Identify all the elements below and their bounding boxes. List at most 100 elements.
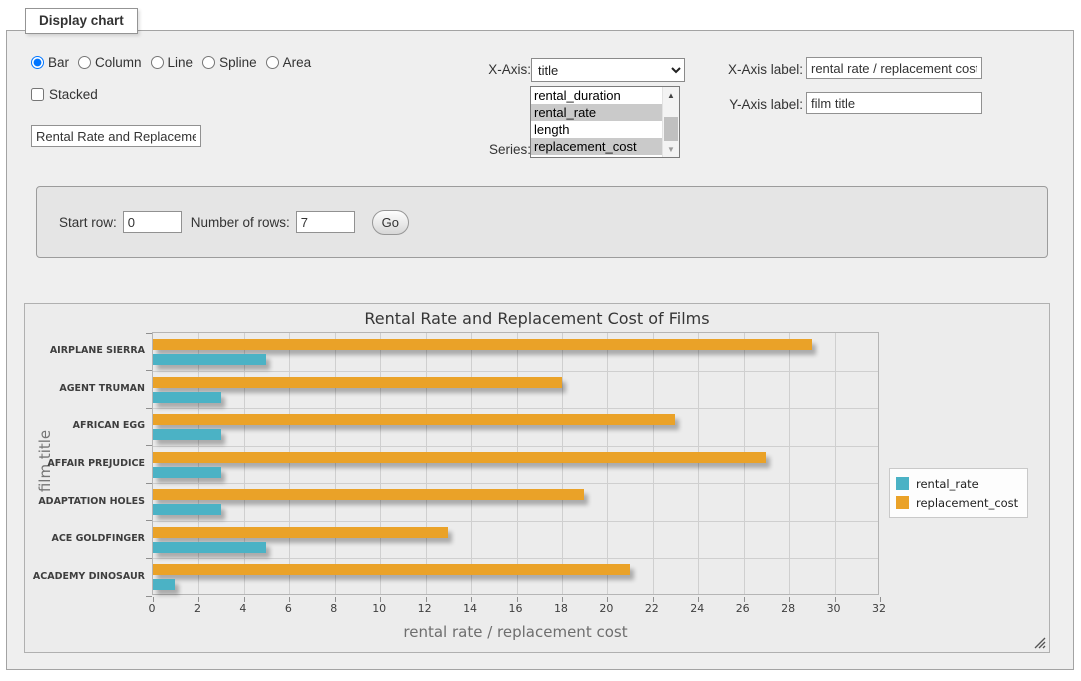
category-label: AFRICAN EGG [25, 407, 145, 445]
gridline-x [426, 333, 427, 594]
category-label: AIRPLANE SIERRA [25, 332, 145, 370]
x-tick-label: 18 [539, 602, 583, 615]
series-option-rental_rate[interactable]: rental_rate [531, 104, 662, 121]
gridline-x [562, 333, 563, 594]
series-multiselect[interactable]: rental_durationrental_ratelengthreplacem… [530, 86, 680, 158]
category-label: ADAPTATION HOLES [25, 482, 145, 520]
start-row-input[interactable] [123, 211, 182, 233]
x-axis-caption: X-Axis: [459, 62, 531, 77]
bar-replacement_cost [153, 377, 562, 388]
bar-rental_rate [153, 504, 221, 515]
gridline-y [153, 521, 878, 522]
x-tick-label: 2 [175, 602, 219, 615]
chart-type-label: Bar [48, 55, 69, 70]
bar-rental_rate [153, 429, 221, 440]
gridline-x [789, 333, 790, 594]
y-axis-label-caption: Y-Axis label: [721, 97, 803, 112]
stacked-label: Stacked [49, 87, 98, 102]
gridline-y [153, 483, 878, 484]
x-tick-label: 24 [675, 602, 719, 615]
bar-replacement_cost [153, 339, 812, 350]
gridline-y [153, 558, 878, 559]
chart-legend: rental_rate replacement_cost [889, 468, 1028, 518]
gridline-y [153, 408, 878, 409]
y-axis-tick [146, 445, 152, 446]
x-axis-label-caption: X-Axis label: [721, 62, 803, 77]
bar-replacement_cost [153, 564, 630, 575]
bar-replacement_cost [153, 527, 448, 538]
gridline-x [198, 333, 199, 594]
category-label: ACADEMY DINOSAUR [25, 557, 145, 595]
series-option-length[interactable]: length [531, 121, 662, 138]
gridline-x [517, 333, 518, 594]
gridline-x [698, 333, 699, 594]
display-chart-fieldset: BarColumnLineSplineArea Stacked X-Axis: … [6, 30, 1074, 670]
gridline-x [380, 333, 381, 594]
row-range-panel: Start row: Number of rows: Go [36, 186, 1048, 258]
chart-type-label: Spline [219, 55, 257, 70]
y-axis-tick [146, 596, 152, 597]
chart-type-radio-area[interactable] [266, 56, 279, 69]
category-label: AFFAIR PREJUDICE [25, 445, 145, 483]
y-axis-tick [146, 558, 152, 559]
num-rows-label: Number of rows: [191, 215, 290, 230]
y-axis-tick [146, 483, 152, 484]
stacked-checkbox[interactable] [31, 88, 44, 101]
x-tick-label: 4 [221, 602, 265, 615]
x-tick-label: 20 [584, 602, 628, 615]
scroll-up-icon[interactable]: ▲ [663, 87, 679, 103]
chart-type-radio-spline[interactable] [202, 56, 215, 69]
x-tick-label: 28 [766, 602, 810, 615]
y-axis-tick [146, 408, 152, 409]
legend-item: rental_rate [896, 474, 1018, 493]
chart-type-radio-bar[interactable] [31, 56, 44, 69]
series-options: rental_durationrental_ratelengthreplacem… [531, 87, 662, 157]
num-rows-input[interactable] [296, 211, 355, 233]
gridline-y [153, 371, 878, 372]
legend-swatch [896, 496, 909, 509]
gridline-x [471, 333, 472, 594]
series-caption: Series: [459, 142, 531, 157]
x-axis-select[interactable]: title [531, 58, 685, 82]
bar-replacement_cost [153, 452, 766, 463]
y-axis-tick [146, 520, 152, 521]
x-tick-label: 30 [812, 602, 856, 615]
chart-plot-area [152, 332, 879, 595]
gridline-y [153, 446, 878, 447]
chart-type-radio-line[interactable] [151, 56, 164, 69]
go-button[interactable]: Go [372, 210, 409, 235]
x-tick-label: 22 [630, 602, 674, 615]
y-axis-label-input[interactable] [806, 92, 982, 114]
resize-grip-icon[interactable] [1034, 637, 1046, 649]
x-axis-label-input[interactable] [806, 57, 982, 79]
x-tick-label: 10 [357, 602, 401, 615]
x-tick-label: 12 [403, 602, 447, 615]
fieldset-legend: Display chart [25, 8, 138, 34]
chart-title-input[interactable] [31, 125, 201, 147]
chart-type-label: Column [95, 55, 142, 70]
series-scrollbar[interactable]: ▲ ▼ [662, 87, 679, 157]
series-option-replacement_cost[interactable]: replacement_cost [531, 138, 662, 155]
chart-type-radio-column[interactable] [78, 56, 91, 69]
series-option-rental_duration[interactable]: rental_duration [531, 87, 662, 104]
bar-rental_rate [153, 467, 221, 478]
bar-rental_rate [153, 579, 175, 590]
start-row-label: Start row: [59, 215, 117, 230]
x-tick-label: 16 [494, 602, 538, 615]
y-axis-tick [146, 370, 152, 371]
category-label: AGENT TRUMAN [25, 370, 145, 408]
gridline-x [289, 333, 290, 594]
x-tick-label: 8 [312, 602, 356, 615]
legend-label: replacement_cost [916, 496, 1018, 510]
scroll-down-icon[interactable]: ▼ [663, 141, 679, 157]
x-tick-label: 0 [130, 602, 174, 615]
gridline-x [244, 333, 245, 594]
chart-type-radio-group: BarColumnLineSplineArea [31, 55, 320, 70]
gridline-x [835, 333, 836, 594]
bar-rental_rate [153, 542, 266, 553]
bar-replacement_cost [153, 414, 675, 425]
scrollbar-thumb[interactable] [664, 117, 678, 143]
chart-container: Rental Rate and Replacement Cost of Film… [24, 303, 1050, 653]
bar-replacement_cost [153, 489, 584, 500]
bar-rental_rate [153, 392, 221, 403]
